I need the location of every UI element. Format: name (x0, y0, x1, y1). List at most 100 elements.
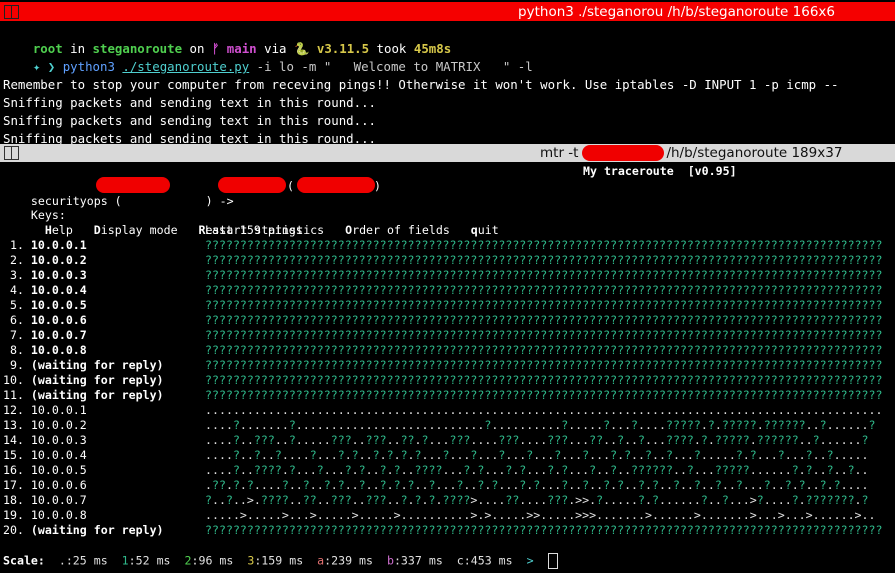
hop-label: 4. 10.0.0.4 (10, 283, 87, 298)
key-rest: isplay mode (100, 223, 178, 237)
hop-number: 12. (3, 403, 31, 417)
scale-value: :239 ms (324, 553, 387, 568)
hop-number: 10. (3, 373, 31, 387)
scale-item: 2:96 ms (185, 554, 248, 568)
redaction-mark (96, 177, 170, 193)
hop-label: 9. (waiting for reply) (10, 358, 164, 373)
pings-label: Last 159 pings (205, 223, 303, 237)
command-script: ./steganoroute.py (122, 59, 250, 74)
scale-item: c:453 ms (457, 554, 527, 568)
hop-address: 10.0.0.8 (30, 508, 87, 522)
hop-address: 10.0.0.4 (30, 283, 87, 297)
key-rest: rder of fields (352, 223, 450, 237)
bottom-pane-titlebar[interactable]: mtr -t/h/b/steganoroute 189x37 (0, 144, 895, 162)
key-rest: elp (51, 223, 73, 237)
scale-item: .:25 ms (59, 554, 122, 568)
layout-icon[interactable] (4, 5, 19, 19)
hop-number: 20. (3, 523, 31, 537)
top-terminal-pane[interactable]: python3 ./steganorou /h/b/steganoroute 1… (0, 0, 895, 144)
key-help[interactable]: Help (31, 223, 73, 237)
key-order[interactable]: Order of fields (324, 223, 450, 237)
hop-address: (waiting for reply) (30, 358, 164, 372)
scale-value (534, 554, 548, 568)
hop-address: 10.0.0.5 (30, 463, 87, 477)
hop-pings: ....?.......?...........................… (205, 418, 876, 432)
prompt-symbol: ✦ ❯ (32, 59, 56, 74)
hop-pings: ????????????????????????????????????????… (205, 238, 883, 252)
scale-value: :337 ms (393, 553, 457, 568)
redaction-mark (582, 145, 664, 161)
hop-pings: ....?..????.?...?...?.?..?.?..????...?.?… (205, 463, 869, 477)
paren-open: ( (287, 179, 294, 193)
key-rest: uit (477, 223, 499, 237)
hop-label: 1. 10.0.0.1 (10, 238, 87, 253)
output-line: Sniffing packets and sending text in thi… (3, 113, 376, 128)
scale-label: Scale: (3, 553, 59, 568)
hop-number: 1. (3, 238, 31, 252)
top-pane-titlebar[interactable]: python3 ./steganorou /h/b/steganoroute 1… (0, 2, 895, 21)
scale-value: :159 ms (254, 553, 318, 568)
hop-label: 3. 10.0.0.3 (10, 268, 87, 283)
hop-pings: ????????????????????????????????????????… (205, 343, 883, 357)
hop-label: 7. 10.0.0.7 (10, 328, 87, 343)
terminal-cursor[interactable] (547, 553, 558, 569)
output-line: Sniffing packets and sending text in thi… (3, 95, 376, 110)
hop-address: 10.0.0.2 (30, 418, 87, 432)
hop-label: 13. 10.0.0.2 (3, 418, 87, 433)
output-line: Remember to stop your computer from rece… (3, 77, 839, 92)
hop-label: 20. (waiting for reply) (3, 523, 164, 538)
scale-legend: Scale: .:25 ms 1:52 ms 2:96 ms 3:159 ms … (3, 553, 558, 569)
hop-address: 10.0.0.5 (30, 298, 87, 312)
hop-label: 14. 10.0.0.3 (3, 433, 87, 448)
scale-value: :453 ms (463, 553, 527, 568)
hop-pings: ........................................… (205, 403, 883, 417)
hop-pings: ????????????????????????????????????????… (205, 313, 883, 327)
scale-value: :25 ms (65, 553, 122, 568)
hop-pings: ????????????????????????????????????????… (205, 328, 883, 342)
hop-number: 5. (3, 298, 31, 312)
hop-address: 10.0.0.3 (30, 268, 87, 282)
hop-number: 14. (3, 433, 31, 447)
command-line[interactable]: ✦ ❯ python3 ./steganoroute.py -i lo -m "… (3, 40, 533, 74)
hop-pings: ????????????????????????????????????????… (205, 523, 883, 537)
hop-number: 18. (3, 493, 31, 507)
hop-address: 10.0.0.7 (30, 493, 87, 507)
hop-address: 10.0.0.2 (30, 253, 87, 267)
scale-value: :96 ms (191, 553, 248, 568)
hop-label: 15. 10.0.0.4 (3, 448, 87, 463)
shell-prompt-line: root in steganoroute on ᚠ main via 🐍 v3.… (3, 22, 451, 56)
hop-label: 11. (waiting for reply) (3, 388, 164, 403)
hop-number: 3. (3, 268, 31, 282)
hop-label: 18. 10.0.0.7 (3, 493, 87, 508)
hop-number: 9. (3, 358, 31, 372)
key-display-mode[interactable]: Display mode (73, 223, 178, 237)
hop-pings: ????????????????????????????????????????… (205, 283, 883, 297)
hop-label: 6. 10.0.0.6 (10, 313, 87, 328)
scale-item: 3:159 ms (247, 554, 317, 568)
title-prefix: mtr -t (540, 145, 579, 161)
keys-label: Keys: (30, 208, 66, 222)
paren-close: ) (374, 179, 381, 193)
hop-address: 10.0.0.6 (30, 313, 87, 327)
hop-address: 10.0.0.6 (30, 478, 87, 492)
hop-pings: .??.?.?....?..?..?.?..?..?.?.?..?...?..?… (205, 478, 869, 492)
hop-pings: ????????????????????????????????????????… (205, 358, 883, 372)
top-pane-title: python3 ./steganorou /h/b/steganoroute 1… (518, 4, 835, 20)
hop-label: 19. 10.0.0.8 (3, 508, 87, 523)
scale-item: > (527, 554, 548, 568)
hop-pings: ?..?..>.????..??..???..???..?.?.?.????>.… (205, 493, 869, 507)
hop-number: 7. (3, 328, 31, 342)
key-letter: H (44, 223, 52, 237)
bottom-terminal-pane[interactable]: mtr -t/h/b/steganoroute 189x37 My tracer… (0, 144, 895, 573)
hop-number: 16. (3, 463, 31, 477)
scale-item: a:239 ms (317, 554, 387, 568)
key-quit[interactable]: quit (450, 223, 499, 237)
layout-icon[interactable] (4, 146, 19, 160)
hop-label: 16. 10.0.0.5 (3, 463, 87, 478)
hop-number: 8. (3, 343, 31, 357)
hop-number: 6. (3, 313, 31, 327)
scale-item: 1:52 ms (122, 554, 185, 568)
redaction-mark (297, 177, 375, 193)
title-suffix: /h/b/steganoroute 189x37 (666, 145, 843, 161)
mtr-header: My traceroute [v0.95] (583, 164, 737, 178)
